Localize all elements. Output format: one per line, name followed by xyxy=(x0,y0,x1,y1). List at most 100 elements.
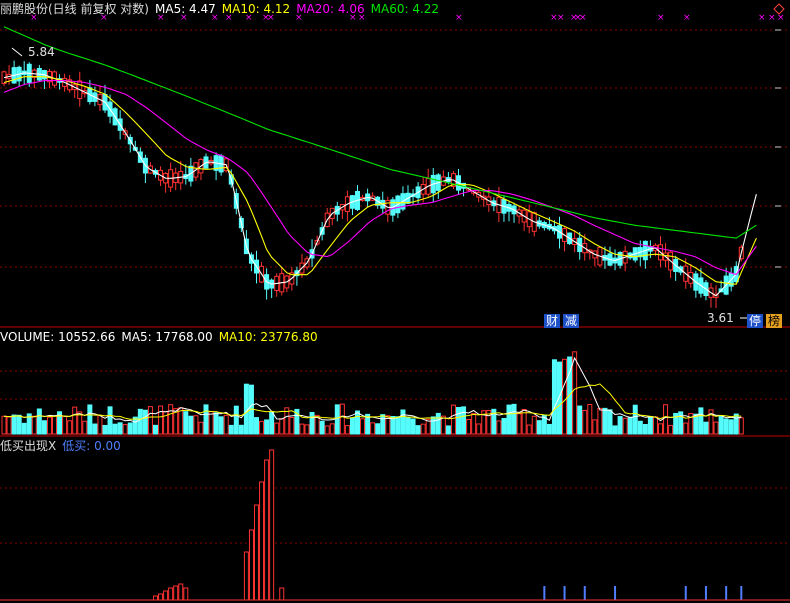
volume-bar xyxy=(632,404,638,435)
volume-bar xyxy=(142,409,148,435)
volume-bar xyxy=(6,416,12,435)
volume-bar xyxy=(137,408,143,435)
volume-bar xyxy=(198,421,204,435)
indicator-bar xyxy=(269,449,275,601)
candlesticks[interactable] xyxy=(1,60,744,308)
event-marker-x: × xyxy=(579,13,587,23)
volume-bar xyxy=(577,405,583,435)
indicator-marker xyxy=(563,586,566,600)
volume-bar xyxy=(415,425,421,435)
event-marker-x: × xyxy=(557,13,565,23)
volume-bar xyxy=(259,420,265,435)
volume-bar xyxy=(223,414,229,435)
indicator-marker xyxy=(614,586,617,600)
volume-bar xyxy=(72,406,78,435)
volume-bar xyxy=(274,422,280,435)
event-marker-x: × xyxy=(768,13,776,23)
indicator-marker xyxy=(543,586,546,600)
volume-bar xyxy=(637,420,643,435)
volume-bar xyxy=(572,351,578,435)
volume-bar xyxy=(668,424,674,435)
volume-bar xyxy=(349,417,355,435)
volume-bar xyxy=(703,421,709,435)
volume-bar xyxy=(208,411,214,435)
tag-jian[interactable]: 减 xyxy=(563,314,580,328)
volume-bar xyxy=(420,423,426,435)
volume-bar xyxy=(360,418,366,435)
volume-ma-line xyxy=(3,356,742,423)
volume-bar xyxy=(551,359,557,435)
event-marker-x: × xyxy=(758,13,766,23)
indicator-title: 低买出现X xyxy=(0,439,57,453)
volume-bar xyxy=(461,406,467,435)
stock-chart: × × × × × × × ×× × × × × × × ××× × × × × × xyxy=(0,3,790,601)
volume-bar xyxy=(304,424,310,435)
volume-bar xyxy=(582,409,588,435)
volume-bar xyxy=(430,416,436,435)
indicator-bar xyxy=(259,481,265,601)
volume-bar xyxy=(713,421,719,435)
volume-bar xyxy=(319,420,325,435)
indicator-bar xyxy=(163,590,169,601)
grid-lines xyxy=(0,29,790,544)
volume-bar xyxy=(147,406,153,435)
indicator-bar xyxy=(248,529,254,601)
tag-ting[interactable]: 停 xyxy=(747,314,764,328)
ma20-readout: MA20: 4.06 xyxy=(296,2,365,16)
volume-bar xyxy=(82,420,88,435)
indicator-bar xyxy=(168,587,174,601)
volume-bar xyxy=(127,422,133,435)
tag-bang[interactable]: 榜 xyxy=(766,314,783,328)
volume-bar xyxy=(158,405,164,435)
volume-bar xyxy=(380,414,386,435)
volume-bar xyxy=(309,411,315,435)
indicator-marker xyxy=(684,586,687,600)
volume-bar xyxy=(658,423,663,435)
indicator-bars[interactable] xyxy=(0,449,790,601)
volume-bar xyxy=(466,419,472,435)
ma5-readout: MA5: 4.47 xyxy=(155,2,216,16)
volume-bar xyxy=(168,404,174,435)
volume-bar xyxy=(97,415,103,435)
volume-bar xyxy=(496,420,502,435)
indicator-marker xyxy=(725,586,728,600)
volume-ma-lines xyxy=(3,356,742,423)
volume-bar xyxy=(597,407,603,435)
volume-bar xyxy=(718,415,724,435)
indicator-panel-header: 低买出现X 低买: 0.00 xyxy=(0,439,127,453)
volume-bar xyxy=(622,417,628,435)
volume-bar xyxy=(329,423,335,435)
volume-bar xyxy=(279,418,285,435)
event-marker-x: × xyxy=(657,13,665,23)
volume-bar xyxy=(254,417,259,435)
volume-bar xyxy=(324,425,330,435)
ma10-readout: MA10: 4.12 xyxy=(221,2,291,16)
volume-bar xyxy=(87,404,93,435)
indicator-bar xyxy=(173,585,179,601)
stock-title: 丽鹏股份(日线 前复权 对数) xyxy=(0,2,149,16)
volume-bar xyxy=(21,422,27,435)
volume-bar xyxy=(67,420,73,435)
volume-bar xyxy=(112,423,118,435)
volume-bar xyxy=(516,413,522,435)
volume-bar xyxy=(233,405,239,435)
volume-bar xyxy=(531,415,537,435)
volume-bar xyxy=(663,404,669,435)
volume-bar xyxy=(269,411,275,435)
tag-cai[interactable]: 财 xyxy=(544,314,561,328)
volume-bar xyxy=(41,420,47,435)
volume-bar xyxy=(728,419,734,435)
volume-bar xyxy=(405,416,411,435)
volume-bar xyxy=(471,413,477,435)
volume-bar xyxy=(587,404,593,435)
event-marker-x: × xyxy=(683,13,691,23)
volume-bar xyxy=(612,425,618,435)
volume-bar xyxy=(445,425,451,435)
event-markers: × × × × × × × ×× × × × × × × ××× × × × × × xyxy=(11,3,785,319)
volume-bar xyxy=(683,422,689,435)
volume-bar xyxy=(678,411,684,435)
volume-bar xyxy=(213,412,219,435)
volume-bars[interactable] xyxy=(1,351,744,435)
volume-bar xyxy=(526,424,532,435)
volume-bar xyxy=(476,423,482,435)
